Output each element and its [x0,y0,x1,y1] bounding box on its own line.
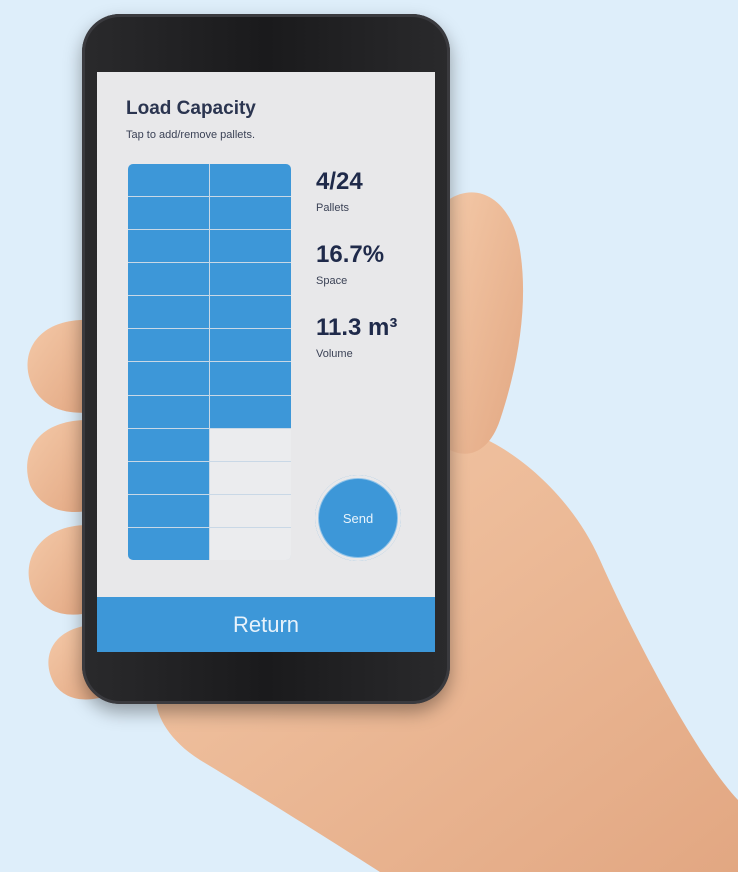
pallet-slot-empty[interactable] [210,527,291,560]
pallet-slot-filled[interactable] [128,362,209,395]
pallet-slot-filled[interactable] [128,329,209,362]
pallet-grid [128,164,291,560]
pallet-slot-filled[interactable] [210,197,291,230]
pallet-slot-filled[interactable] [210,395,291,428]
send-button[interactable]: Send [315,475,401,561]
pallet-slot-empty[interactable] [210,494,291,527]
pallet-slot-filled[interactable] [128,395,209,428]
pallet-slot-filled[interactable] [210,296,291,329]
pallet-slot-filled[interactable] [128,461,209,494]
pallet-slot-filled[interactable] [210,164,291,197]
pallets-count: 4/24 [316,168,363,195]
pallet-slot-filled[interactable] [128,527,209,560]
pallet-slot-filled[interactable] [128,428,209,461]
pallet-slot-filled[interactable] [210,230,291,263]
pallet-slot-filled[interactable] [210,329,291,362]
pallets-label: Pallets [316,202,350,214]
pallet-slot-filled[interactable] [128,263,209,296]
pallet-slot-empty[interactable] [210,461,291,494]
instruction-text: Tap to add/remove pallets. [126,129,256,141]
space-percentage: 16.7% [316,241,385,268]
pallet-slot-filled[interactable] [210,263,291,296]
pallet-slot-filled[interactable] [128,494,209,527]
pallet-slot-empty[interactable] [210,428,291,461]
pallet-slot-filled[interactable] [128,164,209,197]
app-screen: Load Capacity Tap to add/remove pallets.… [97,72,435,652]
pallet-slot-filled[interactable] [128,296,209,329]
pallet-slot-filled[interactable] [128,197,209,230]
volume-label: Volume [316,348,353,360]
volume-value: 11.3 m³ [316,314,398,341]
pallet-slot-filled[interactable] [210,362,291,395]
space-label: Space [316,275,348,287]
photo-scene: Load Capacity Tap to add/remove pallets.… [0,0,738,872]
page-title: Load Capacity [126,98,256,119]
return-button[interactable]: Return [97,597,435,652]
pallet-slot-filled[interactable] [128,230,209,263]
